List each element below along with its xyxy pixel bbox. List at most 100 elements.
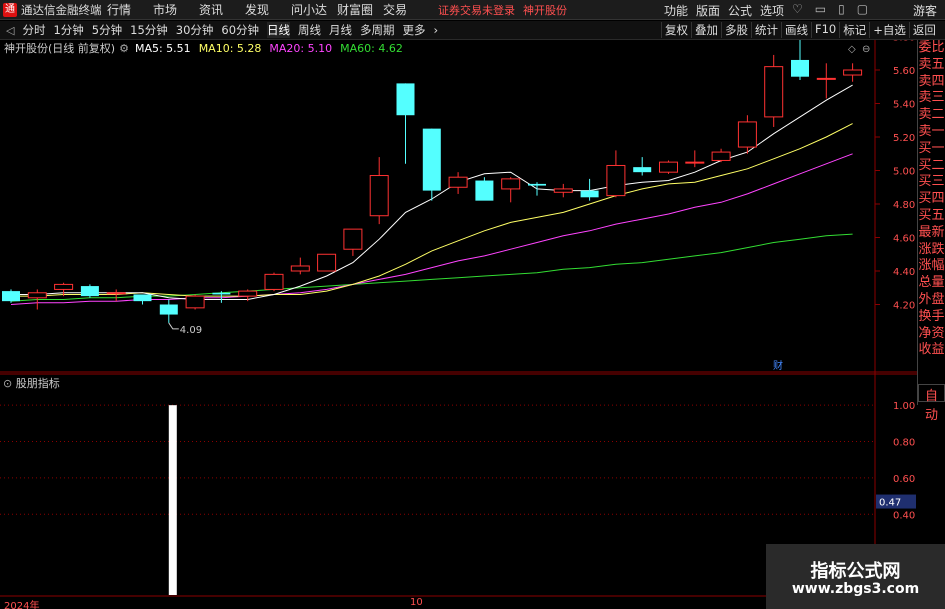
period-15min[interactable]: 15分钟	[130, 22, 168, 38]
quote-field-12: 涨跌	[918, 241, 945, 257]
quote-field-5: 卖一	[918, 123, 945, 139]
quote-field-11: 最新	[918, 224, 945, 240]
menu-options[interactable]: 选项	[760, 2, 784, 19]
menu-formula[interactable]: 公式	[728, 2, 752, 19]
top-right-menu: 功能 版面 公式 选项	[664, 2, 784, 19]
watermark-title: 指标公式网	[810, 561, 901, 582]
notification-icon[interactable]: ♡	[792, 2, 803, 16]
indicator-tick-label: 1.00	[893, 401, 915, 412]
candle-body	[317, 253, 337, 272]
candle-body	[264, 273, 284, 290]
candle-body	[106, 292, 126, 295]
auto-button[interactable]: 自动	[918, 384, 945, 423]
menu-layout[interactable]: 版面	[696, 2, 720, 19]
candle	[685, 150, 705, 168]
quote-field-7: 买二	[918, 157, 945, 173]
quote-field-17: 净资	[918, 325, 945, 341]
period-60min[interactable]: 60分钟	[221, 22, 259, 38]
phone-icon[interactable]: ▯	[838, 2, 845, 16]
candle	[711, 148, 731, 163]
login-status[interactable]: 证券交易未登录	[438, 2, 515, 18]
period-5min[interactable]: 5分钟	[92, 22, 122, 38]
menu-market[interactable]: 市场	[153, 1, 199, 18]
candle	[133, 294, 152, 305]
candle-body	[659, 161, 678, 173]
period-more[interactable]: 更多	[403, 22, 426, 38]
candle	[159, 299, 178, 323]
quote-field-4: 卖二	[918, 107, 945, 123]
period-1min[interactable]: 1分钟	[53, 22, 83, 38]
candle-body	[580, 190, 599, 198]
period-30min[interactable]: 30分钟	[176, 22, 214, 38]
draw-line-button[interactable]: 画线	[781, 22, 811, 38]
candle-body	[791, 59, 809, 77]
indicator-name: 股朋指标	[15, 377, 60, 390]
price-tick-label: 5.00	[893, 167, 915, 178]
indicator-title: ⊙ 股朋指标	[3, 375, 60, 391]
candle	[659, 160, 678, 174]
overlay-button[interactable]: 叠加	[691, 22, 721, 38]
candle-body	[633, 167, 652, 173]
quote-field-2: 卖四	[918, 73, 945, 89]
candle	[791, 40, 809, 81]
candle	[816, 63, 836, 99]
candle-body	[238, 290, 258, 297]
settings-gear-icon[interactable]: ⚙	[119, 42, 129, 55]
multi-stock-button[interactable]: 多股	[721, 22, 751, 38]
menu-function[interactable]: 功能	[664, 2, 688, 19]
back-button[interactable]: 返回	[908, 22, 939, 38]
candle	[264, 272, 284, 292]
minimize-icon[interactable]: ▭	[815, 2, 826, 16]
candle	[396, 83, 415, 164]
watermark: 指标公式网 www.zbgs3.com	[766, 544, 945, 609]
period-multi[interactable]: 多周期	[360, 22, 395, 38]
period-monthly[interactable]: 月线	[329, 22, 352, 38]
extreme-price-label: 4.09	[180, 325, 202, 336]
more-chevron-icon[interactable]: ›	[434, 23, 439, 37]
menu-ask[interactable]: 问小达	[291, 1, 337, 18]
candle	[317, 253, 337, 272]
restore-icon[interactable]: ▢	[857, 2, 868, 16]
price-tick-label: 5.20	[893, 133, 915, 144]
candle	[764, 54, 784, 127]
statistics-button[interactable]: 统计	[751, 22, 781, 38]
candle-body	[80, 286, 99, 297]
mark-button[interactable]: 标记	[839, 22, 869, 38]
f10-button[interactable]: F10	[811, 22, 839, 38]
period-weekly[interactable]: 周线	[298, 22, 321, 38]
period-toolbar: ◁ 分时 1分钟 5分钟 15分钟 30分钟 60分钟 日线 周线 月线 多周期…	[0, 21, 945, 40]
indicator-current-value: 0.47	[879, 498, 901, 509]
finance-event-marker: 财	[773, 359, 783, 372]
candle	[553, 183, 573, 198]
menu-wealth-circle[interactable]: 财富圈	[337, 1, 383, 18]
menu-discover[interactable]: 发现	[245, 1, 291, 18]
ma60-label: MA60: 4.62	[340, 41, 403, 55]
add-favorite-button[interactable]: +自选	[869, 22, 909, 38]
user-guest-label[interactable]: 游客	[913, 2, 937, 19]
current-stock-title: 神开股份	[523, 3, 567, 17]
candle	[448, 172, 468, 194]
menu-news[interactable]: 资讯	[199, 1, 245, 18]
candle	[80, 284, 99, 298]
quote-field-1: 卖五	[918, 56, 945, 72]
candle-body	[54, 283, 74, 290]
candle	[290, 257, 310, 275]
candle-body	[369, 175, 389, 217]
menu-trade[interactable]: 交易	[383, 1, 429, 18]
candle-body	[212, 292, 231, 295]
candle-body	[2, 291, 20, 302]
indicator-toggle-icon[interactable]: ⊙	[3, 377, 12, 390]
collapse-left-icon[interactable]: ◁	[6, 24, 14, 37]
menu-quotes[interactable]: 行情	[107, 1, 153, 18]
candle	[106, 289, 126, 302]
candle	[633, 157, 652, 176]
candle-body	[185, 295, 205, 309]
candle	[343, 228, 363, 256]
period-intraday[interactable]: 分时	[22, 22, 45, 38]
kline-chart[interactable]: 4.20 4.40 4.60 4.80 5.00 5.20 5.40 5.60 5.80 4.09…	[0, 40, 917, 373]
period-daily[interactable]: 日线	[267, 22, 291, 38]
app-title: 通达信金融终端	[21, 2, 102, 17]
extreme-price-pointer	[168, 322, 179, 330]
ma5-label: MA5: 5.51	[134, 41, 191, 55]
adjust-button[interactable]: 复权	[661, 22, 691, 38]
